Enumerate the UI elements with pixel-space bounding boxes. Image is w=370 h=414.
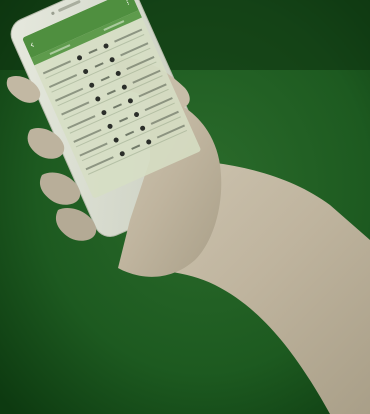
ball-icon bbox=[108, 56, 115, 63]
ball-icon bbox=[132, 110, 140, 118]
ball-icon bbox=[138, 124, 146, 132]
ball-icon bbox=[112, 136, 120, 143]
ball-icon bbox=[106, 122, 114, 130]
ball-icon bbox=[100, 108, 108, 116]
ball-icon bbox=[118, 149, 126, 157]
menu-icon[interactable] bbox=[124, 0, 132, 7]
ball-icon bbox=[94, 95, 102, 102]
ball-icon bbox=[76, 53, 83, 61]
back-arrow-icon[interactable] bbox=[29, 42, 36, 49]
ball-icon bbox=[102, 42, 109, 49]
ball-icon bbox=[126, 97, 134, 104]
ball-icon bbox=[88, 81, 96, 88]
ball-icon bbox=[145, 138, 152, 145]
ball-icon bbox=[114, 69, 122, 77]
ball-icon bbox=[120, 83, 128, 91]
ball-icon bbox=[82, 67, 89, 75]
